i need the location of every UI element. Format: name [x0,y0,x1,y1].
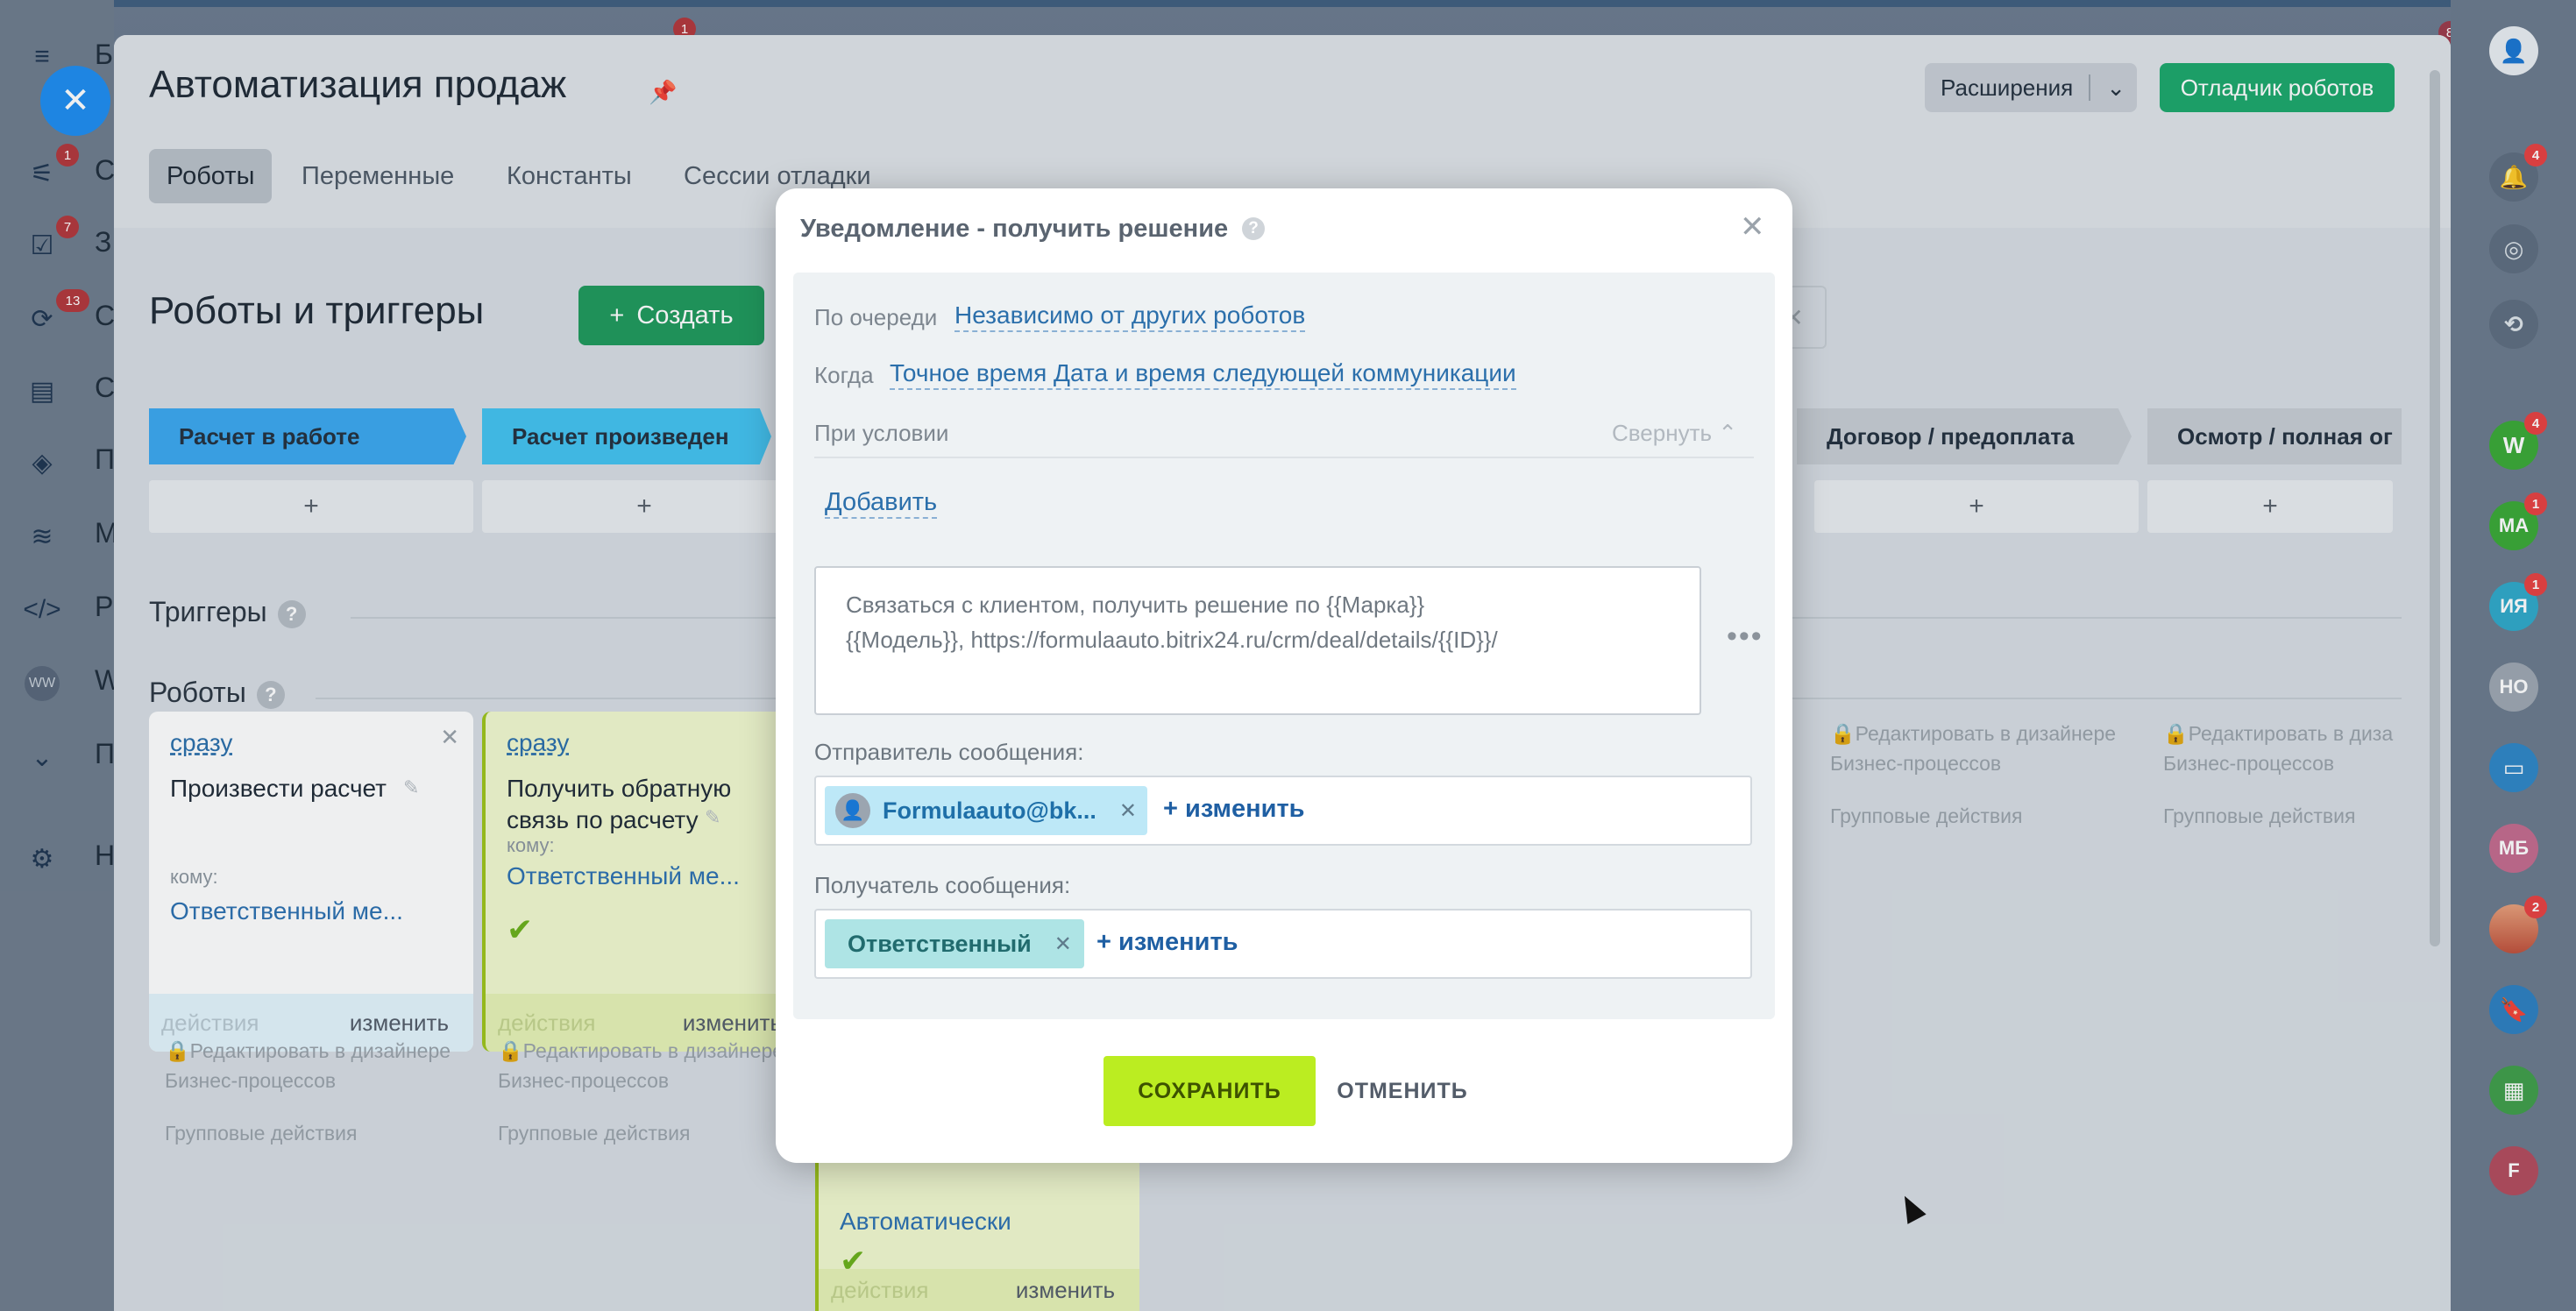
recipient-label: Получатель сообщения: [814,872,1071,898]
save-button[interactable]: СОХРАНИТЬ [1103,1056,1316,1126]
sender-field[interactable]: 👤 Formulaauto@bk... ✕ + изменить [814,776,1752,846]
dialog-title: Уведомление - получить решение [800,215,1229,243]
more-icon[interactable]: ••• [1727,620,1763,654]
order-label: По очереди [814,304,938,330]
change-recipient-link[interactable]: + изменить [1096,928,1238,957]
cancel-button[interactable]: ОТМЕНИТЬ [1337,1056,1468,1126]
sender-chip-label: Formulaauto@bk... [883,797,1096,824]
collapse-label: Свернуть [1612,420,1713,446]
chevron-up-icon: ⌃ [1718,420,1738,446]
message-text: Связаться с клиентом, получить решение п… [846,592,1425,618]
recipient-chip-label: Ответственный [848,930,1032,957]
robot-settings-dialog: Уведомление - получить решение ? ✕ По оч… [776,188,1792,1163]
remove-icon[interactable]: ✕ [1054,932,1072,957]
user-icon: 👤 [835,793,870,828]
sender-chip[interactable]: 👤 Formulaauto@bk... ✕ [825,786,1147,835]
message-text: {{Модель}}, https://formulaauto.bitrix24… [846,627,1498,653]
recipient-field[interactable]: Ответственный ✕ + изменить [814,909,1752,979]
order-link[interactable]: Независимо от других роботов [954,301,1306,332]
recipient-chip[interactable]: Ответственный ✕ [825,919,1084,968]
when-link[interactable]: Точное время Дата и время следующей комм… [890,358,1516,390]
remove-icon[interactable]: ✕ [1119,798,1137,824]
help-icon[interactable]: ? [1242,217,1265,240]
collapse-link[interactable]: Свернуть ⌃ [1612,420,1737,447]
close-icon[interactable]: ✕ [1740,209,1765,244]
divider [814,457,1754,458]
when-label: Когда [814,362,874,388]
change-sender-link[interactable]: + изменить [1163,795,1304,824]
sender-label: Отправитель сообщения: [814,739,1084,765]
message-textarea[interactable]: Связаться с клиентом, получить решение п… [814,566,1701,715]
dialog-body: По очереди Независимо от других роботов … [793,273,1775,1019]
condition-label: При условии [814,420,949,446]
add-condition-link[interactable]: Добавить [825,488,938,519]
